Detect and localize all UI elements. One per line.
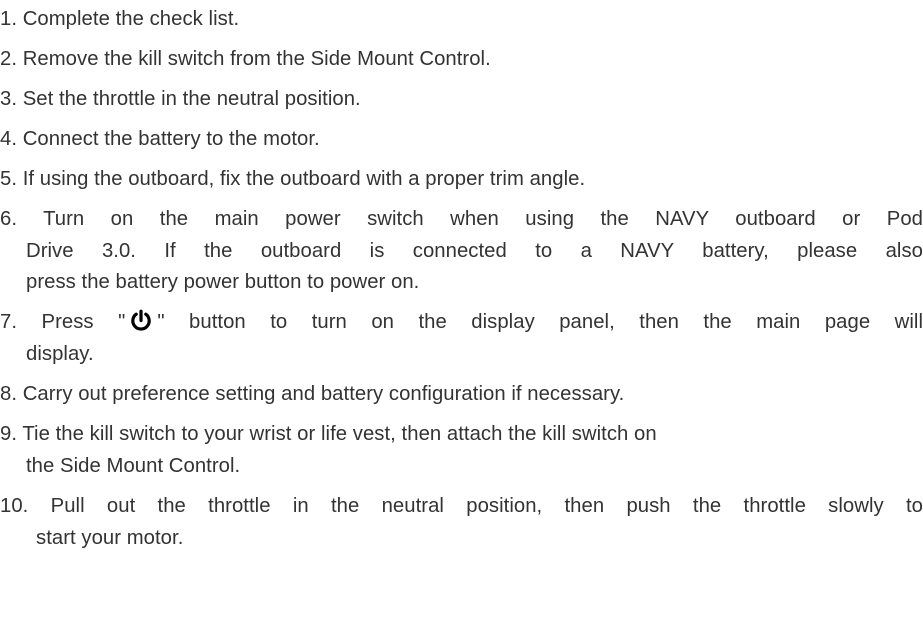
step-text: Set the throttle in the neutral position… — [22, 88, 361, 110]
step-text: Complete the check list. — [22, 8, 240, 30]
step-text: Connect the battery to the motor. — [22, 128, 320, 150]
step-number: 2. — [0, 48, 18, 70]
step-text: display. — [26, 343, 94, 365]
step-4: 4. Connect the battery to the motor. — [0, 126, 320, 152]
step-number: 8. — [0, 383, 18, 405]
step-number: 6. — [0, 208, 18, 230]
step-6-continuation: press the battery power button to power … — [26, 269, 419, 295]
step-text: the Side Mount Control. — [26, 455, 241, 477]
step-text: " button to turn on the display panel, t… — [157, 311, 923, 333]
step-number: 7. — [0, 311, 18, 333]
step-text: Tie the kill switch to your wrist or lif… — [22, 423, 657, 445]
instruction-list: 1. Complete the check list. 2. Remove th… — [0, 0, 923, 620]
step-text: If using the outboard, fix the outboard … — [22, 168, 586, 190]
step-6-continuation: Drive 3.0. If the outboard is connected … — [26, 238, 923, 264]
step-text: Press " — [41, 311, 126, 333]
step-7-continuation: display. — [26, 341, 94, 367]
step-text: Turn on the main power switch when using… — [43, 208, 923, 230]
step-2: 2. Remove the kill switch from the Side … — [0, 46, 491, 72]
step-number: 5. — [0, 168, 18, 190]
step-number: 1. — [0, 8, 18, 30]
step-number: 3. — [0, 88, 18, 110]
step-text: Remove the kill switch from the Side Mou… — [22, 48, 491, 70]
step-1: 1. Complete the check list. — [0, 6, 239, 32]
step-text: press the battery power button to power … — [26, 271, 420, 293]
step-number: 4. — [0, 128, 18, 150]
step-10-continuation: start your motor. — [36, 525, 183, 551]
step-text: Pull out the throttle in the neutral pos… — [50, 495, 923, 517]
step-9: 9. Tie the kill switch to your wrist or … — [0, 421, 657, 447]
step-5: 5. If using the outboard, fix the outboa… — [0, 166, 585, 192]
step-number: 10. — [0, 495, 29, 517]
step-number: 9. — [0, 423, 18, 445]
step-8: 8. Carry out preference setting and batt… — [0, 381, 624, 407]
step-6: 6. Turn on the main power switch when us… — [0, 206, 923, 232]
step-10: 10. Pull out the throttle in the neutral… — [0, 493, 923, 519]
step-text: Carry out preference setting and battery… — [22, 383, 625, 405]
step-text: Drive 3.0. If the outboard is connected … — [26, 240, 923, 262]
step-9-continuation: the Side Mount Control. — [26, 453, 240, 479]
step-3: 3. Set the throttle in the neutral posit… — [0, 86, 361, 112]
step-7: 7. Press " " button to turn on the displa… — [0, 309, 923, 335]
step-text: start your motor. — [36, 527, 184, 549]
power-icon — [129, 309, 153, 333]
